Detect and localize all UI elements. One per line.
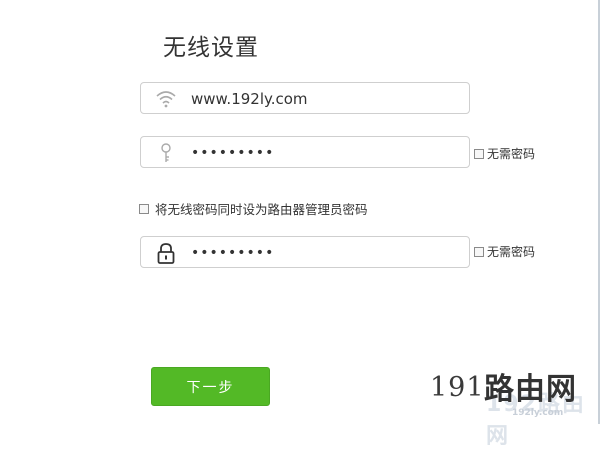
sync-admin-password-label: 将无线密码同时设为路由器管理员密码 [155,202,368,217]
watermark-text: 路由网 [484,372,577,407]
watermark-logo: 191 192路由网 路由网 192ly.com [430,364,600,449]
admin-no-password-option[interactable]: 无需密码 [474,243,535,260]
wireless-no-password-label: 无需密码 [487,147,536,161]
ssid-field[interactable] [140,82,470,114]
ssid-input[interactable] [191,88,461,110]
admin-password-field[interactable] [140,236,470,268]
wireless-no-password-option[interactable]: 无需密码 [474,145,535,162]
page-title: 无线设置 [163,35,259,61]
wifi-icon [155,88,177,110]
next-button[interactable]: 下一步 [151,367,270,406]
wireless-password-field[interactable] [140,136,470,168]
lock-icon [155,242,177,264]
sync-admin-password-option[interactable]: 将无线密码同时设为路由器管理员密码 [139,199,368,218]
admin-no-password-checkbox[interactable] [474,246,484,257]
sync-admin-password-checkbox[interactable] [139,203,149,214]
admin-no-password-label: 无需密码 [487,245,536,259]
wireless-password-input[interactable] [191,142,461,164]
wireless-no-password-checkbox[interactable] [474,148,484,159]
key-icon [155,142,177,164]
watermark-number: 191 [430,372,485,403]
admin-password-input[interactable] [191,242,461,264]
watermark-url: 192ly.com [512,408,564,418]
